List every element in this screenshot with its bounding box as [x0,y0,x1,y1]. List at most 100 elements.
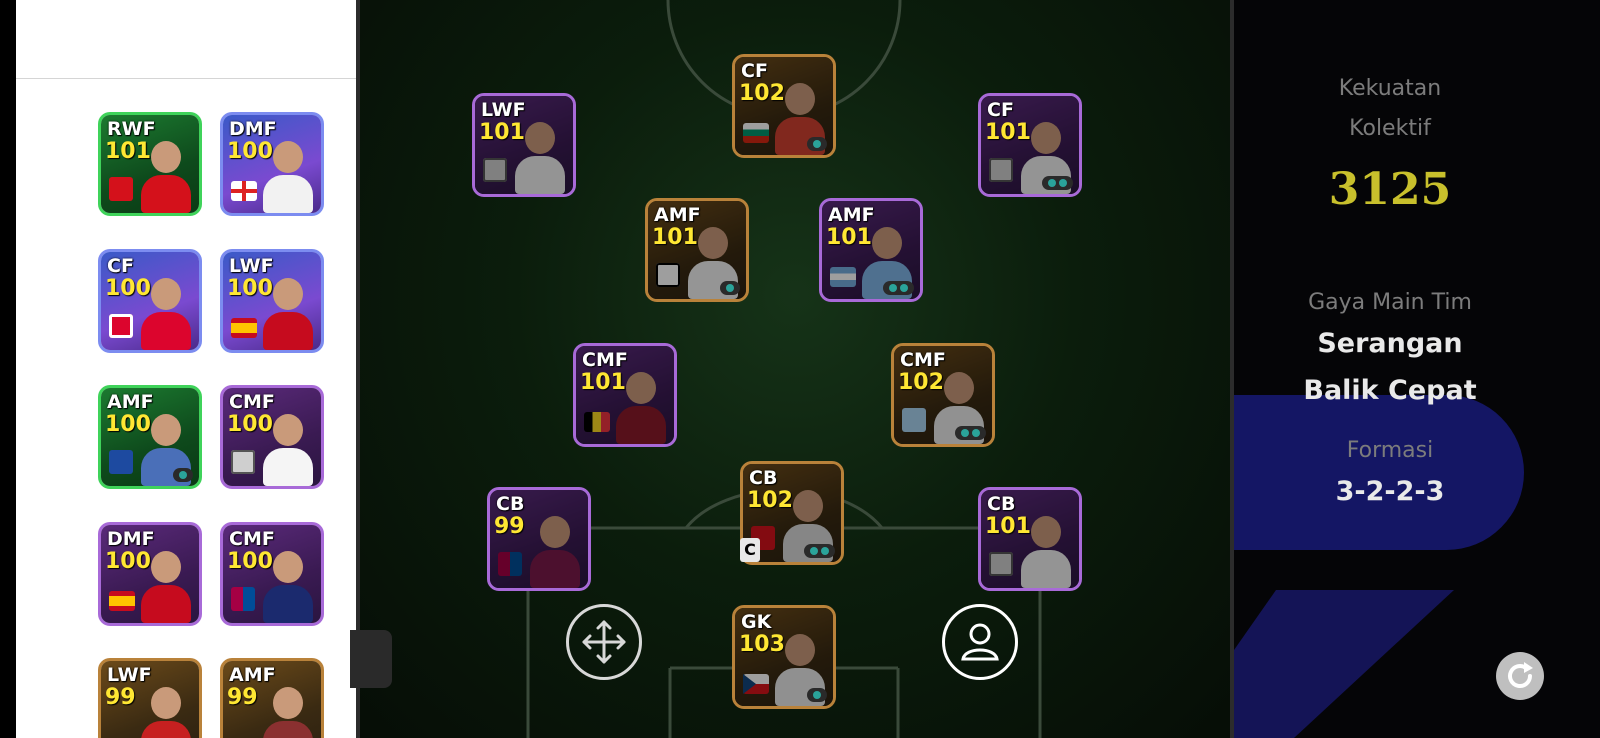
lineup-player-card[interactable]: CB 99 [487,487,591,591]
refresh-icon [1508,662,1533,688]
club-crest-icon [656,263,680,287]
player-details-button[interactable] [942,604,1018,680]
lineup-player-card[interactable]: AMF 101 [645,198,749,302]
player-rating: 100 [105,549,151,574]
skill-dot-icon [179,471,187,479]
club-crest-icon [989,552,1013,576]
skill-dot-icon [961,429,969,437]
club-crest-icon [498,552,522,576]
lineup-player-card[interactable]: AMF 101 [819,198,923,302]
playstyle-value: Serangan [1317,328,1463,359]
skill-dot-icon [900,284,908,292]
skill-slots [955,426,986,440]
player-position: LWF [481,99,526,121]
decor-shape [1234,395,1524,550]
reserve-player-card[interactable]: CF 100 [98,249,202,353]
move-button[interactable] [566,604,642,680]
lineup-player-card[interactable]: CMF 102 [891,343,995,447]
player-rating: 101 [985,120,1031,145]
player-position: CB [749,467,778,489]
formation-label: Formasi [1346,438,1434,463]
player-rating: 99 [105,685,136,710]
power-label-2: Kolektif [1349,116,1431,141]
reserve-player-card[interactable]: CMF 100 [220,522,324,626]
refresh-button[interactable] [1496,652,1544,700]
reserve-player-card[interactable]: DMF 100 [98,522,202,626]
lineup-player-card[interactable]: GK 103 [732,605,836,709]
playstyle-value-2: Balik Cepat [1303,375,1477,406]
player-rating: 103 [739,632,785,657]
skill-dot-icon [889,284,897,292]
player-position: CF [741,60,768,82]
player-rating: 102 [739,81,785,106]
club-crest-icon [109,177,133,201]
skill-slots [804,544,835,558]
player-rating: 100 [105,412,151,437]
skill-slots [807,137,827,151]
player-position: DMF [107,528,155,550]
player-rating: 99 [494,514,525,539]
nation-flag-icon [830,267,856,287]
collapse-panel-tab[interactable] [350,630,392,688]
player-photo [137,681,195,738]
reserve-player-card[interactable]: DMF 100 [220,112,324,216]
player-photo [259,681,317,738]
lineup-player-card[interactable]: LWF 101 [472,93,576,197]
power-label: Kekuatan [1338,76,1442,101]
club-crest-icon [989,158,1013,182]
player-position: AMF [828,204,875,226]
skill-slots [720,281,740,295]
nation-flag-icon [743,674,769,694]
reserve-player-card[interactable]: LWF 99 [98,658,202,738]
nation-flag-icon [109,591,135,611]
player-position: CF [107,255,134,277]
move-arrows-icon [582,620,626,664]
club-crest-icon [231,450,255,474]
team-info-panel: Kekuatan Kolektif 3125 Gaya Main Tim Ser… [1234,0,1600,738]
reserve-player-card[interactable]: LWF 100 [220,249,324,353]
player-position: CF [987,99,1014,121]
skill-dot-icon [726,284,734,292]
player-position: AMF [107,391,154,413]
player-position: AMF [654,204,701,226]
player-position: CMF [900,349,946,371]
player-position: CB [496,493,525,515]
player-rating: 102 [898,370,944,395]
club-crest-icon [109,314,133,338]
player-photo [526,510,584,588]
lineup-player-card[interactable]: CB 101 [978,487,1082,591]
skill-slots [173,468,193,482]
player-rating: 100 [105,276,151,301]
skill-dot-icon [972,429,980,437]
player-rating: 101 [985,514,1031,539]
club-crest-icon [483,158,507,182]
reserve-player-card[interactable]: CMF 100 [220,385,324,489]
player-rating: 100 [227,412,273,437]
reserve-player-card[interactable]: RWF 101 [98,112,202,216]
user-icon [961,623,999,661]
player-position: RWF [107,118,156,140]
skill-dot-icon [810,547,818,555]
player-rating: 102 [747,488,793,513]
player-rating: 100 [227,549,273,574]
player-rating: 101 [826,225,872,250]
player-list-panel: RWF 101 DMF 100 CF 100 LWF 100 AMF 100 CMF 100 DMF 10… [16,0,356,738]
nation-flag-icon [231,181,257,201]
pitch-edge-left [356,0,360,738]
lineup-player-card[interactable]: CMF 101 [573,343,677,447]
player-position: CMF [229,528,275,550]
skill-slots [883,281,914,295]
reserve-player-card[interactable]: AMF 100 [98,385,202,489]
reserve-player-card[interactable]: AMF 99 [220,658,324,738]
skill-dot-icon [813,140,821,148]
player-rating: 100 [227,276,273,301]
player-list-grid: RWF 101 DMF 100 CF 100 LWF 100 AMF 100 CMF 100 DMF 10… [16,0,356,738]
skill-slots [1042,176,1073,190]
team-power-value: 3125 [1328,164,1452,215]
club-crest-icon [231,587,255,611]
lineup-player-card[interactable]: CF 102 [732,54,836,158]
lineup-player-card[interactable]: CF 101 [978,93,1082,197]
player-rating: 101 [652,225,698,250]
player-position: LWF [229,255,274,277]
skill-dot-icon [813,691,821,699]
